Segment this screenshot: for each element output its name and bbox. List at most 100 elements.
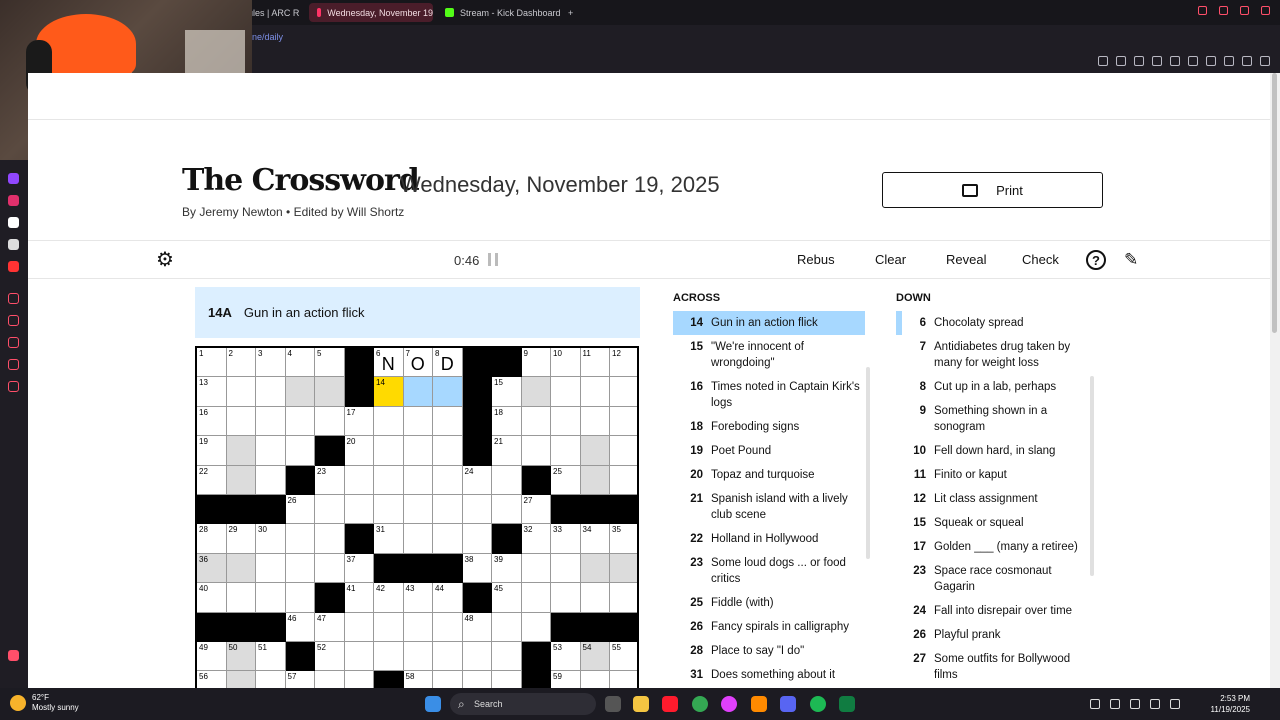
grid-cell[interactable]	[403, 642, 433, 672]
play-icon[interactable]	[1170, 56, 1180, 66]
grid-cell[interactable]: 45	[492, 583, 522, 613]
grid-cell[interactable]	[256, 436, 286, 466]
network-icon[interactable]	[1150, 699, 1160, 709]
page-scrollbar[interactable]	[1270, 73, 1280, 688]
grid-cell[interactable]: 15	[492, 377, 522, 407]
grid-cell[interactable]	[492, 495, 522, 525]
grid-cell[interactable]	[256, 465, 286, 495]
volume-icon[interactable]	[1170, 699, 1180, 709]
grid-cell[interactable]	[256, 671, 286, 688]
grid-cell[interactable]: 44	[433, 583, 463, 613]
clue-item[interactable]: 20 Topaz and turquoise	[673, 463, 865, 487]
grid-cell[interactable]	[285, 406, 315, 437]
pause-icon[interactable]	[488, 253, 498, 266]
grid-cell[interactable]: 46	[285, 612, 315, 642]
clue-item[interactable]: 28 Place to say "I do"	[673, 639, 865, 663]
tiktok-icon[interactable]	[8, 217, 19, 228]
grid-cell[interactable]: 9	[521, 348, 551, 378]
play-circle-icon[interactable]	[8, 293, 19, 304]
grid-cell[interactable]	[226, 583, 256, 613]
grid-cell[interactable]	[521, 612, 551, 642]
x-icon[interactable]	[8, 239, 19, 250]
grid-cell[interactable]	[551, 553, 581, 584]
clue-item[interactable]: 24 Fall into disrepair over time	[896, 599, 1088, 623]
grid-cell[interactable]: 8D	[433, 348, 463, 378]
grid-cell[interactable]	[226, 465, 256, 495]
app-icon[interactable]	[721, 696, 737, 712]
grid-cell[interactable]	[344, 612, 374, 642]
grid-cell[interactable]	[285, 524, 315, 554]
clue-item[interactable]: 15 "We're innocent of wrongdoing"	[673, 335, 865, 375]
grid-cell[interactable]	[403, 406, 433, 437]
clue-item[interactable]: 7 Antidiabetes drug taken by many for wei…	[896, 335, 1088, 375]
taskbar-clock[interactable]: 2:53 PM 11/19/2025	[1211, 693, 1250, 715]
grid-cell[interactable]	[226, 553, 256, 584]
grid-cell[interactable]	[521, 377, 551, 407]
grid-cell[interactable]	[433, 436, 463, 466]
grid-cell[interactable]	[256, 553, 286, 584]
grid-cell[interactable]: 31	[374, 524, 404, 554]
clue-item[interactable]: 11 Finito or kaput	[896, 463, 1088, 487]
clue-item[interactable]: 21 Spanish island with a lively club scen…	[673, 487, 865, 527]
grid-cell[interactable]	[344, 495, 374, 525]
grid-cell[interactable]	[344, 642, 374, 672]
grid-cell[interactable]	[580, 377, 610, 407]
grid-cell[interactable]: 49	[197, 642, 227, 672]
grid-cell[interactable]	[610, 671, 637, 688]
grid-cell[interactable]	[256, 583, 286, 613]
grid-cell[interactable]	[551, 436, 581, 466]
mic-icon[interactable]	[1130, 699, 1140, 709]
instagram-icon[interactable]	[8, 195, 19, 206]
chevron-up-icon[interactable]	[1090, 699, 1100, 709]
grid-cell[interactable]: 29	[226, 524, 256, 554]
grid-cell[interactable]	[285, 436, 315, 466]
zoom-icon[interactable]	[1098, 56, 1108, 66]
gx-icon[interactable]	[8, 650, 19, 661]
grid-cell[interactable]	[580, 553, 610, 584]
grid-cell[interactable]: 52	[315, 642, 345, 672]
restore-icon[interactable]	[1240, 6, 1249, 15]
grid-cell[interactable]: 23	[315, 465, 345, 495]
grid-cell[interactable]	[492, 465, 522, 495]
clue-item[interactable]: 26 Fancy spirals in calligraphy	[673, 615, 865, 639]
wallet-icon[interactable]	[1224, 56, 1234, 66]
twitch-icon[interactable]	[8, 173, 19, 184]
grid-cell[interactable]: 35	[610, 524, 637, 554]
grid-cell[interactable]: 47	[315, 612, 345, 642]
weather-widget[interactable]: 62°F Mostly sunny	[10, 693, 79, 713]
grid-cell[interactable]: 7O	[403, 348, 433, 378]
grid-cell[interactable]	[315, 495, 345, 525]
grid-cell[interactable]: 48	[462, 612, 492, 642]
grid-cell[interactable]	[462, 524, 492, 554]
grid-cell[interactable]	[285, 583, 315, 613]
chrome-icon[interactable]	[692, 696, 708, 712]
screenshot-icon[interactable]	[1134, 56, 1144, 66]
grid-cell[interactable]: 30	[256, 524, 286, 554]
start-icon[interactable]	[425, 696, 441, 712]
grid-cell[interactable]	[374, 406, 404, 437]
grid-cell[interactable]: 10	[551, 348, 581, 378]
grid-cell[interactable]	[374, 642, 404, 672]
grid-cell[interactable]: 17	[344, 406, 374, 437]
grid-cell[interactable]	[344, 671, 374, 688]
grid-cell[interactable]: 53	[551, 642, 581, 672]
grid-cell[interactable]	[315, 377, 345, 407]
down-clue-list[interactable]: 6 Chocolaty spread 7 Antidiabetes drug take…	[896, 311, 1088, 688]
grid-cell[interactable]	[492, 671, 522, 688]
grid-cell[interactable]	[403, 612, 433, 642]
grid-cell[interactable]: 34	[580, 524, 610, 554]
grid-cell[interactable]	[580, 465, 610, 495]
grid-cell[interactable]	[433, 377, 463, 407]
clue-item[interactable]: 26 Playful prank	[896, 623, 1088, 647]
grid-cell[interactable]: 51	[256, 642, 286, 672]
grid-cell[interactable]: 55	[610, 642, 637, 672]
grid-cell[interactable]	[315, 406, 345, 437]
print-button[interactable]: Print	[882, 172, 1103, 208]
grid-cell[interactable]	[226, 436, 256, 466]
grid-cell[interactable]	[344, 465, 374, 495]
grid-cell[interactable]	[492, 612, 522, 642]
url-text[interactable]: ne/daily	[252, 32, 283, 42]
grid-cell[interactable]	[492, 642, 522, 672]
grid-cell[interactable]: 22	[197, 465, 227, 495]
download-icon[interactable]	[1242, 56, 1252, 66]
